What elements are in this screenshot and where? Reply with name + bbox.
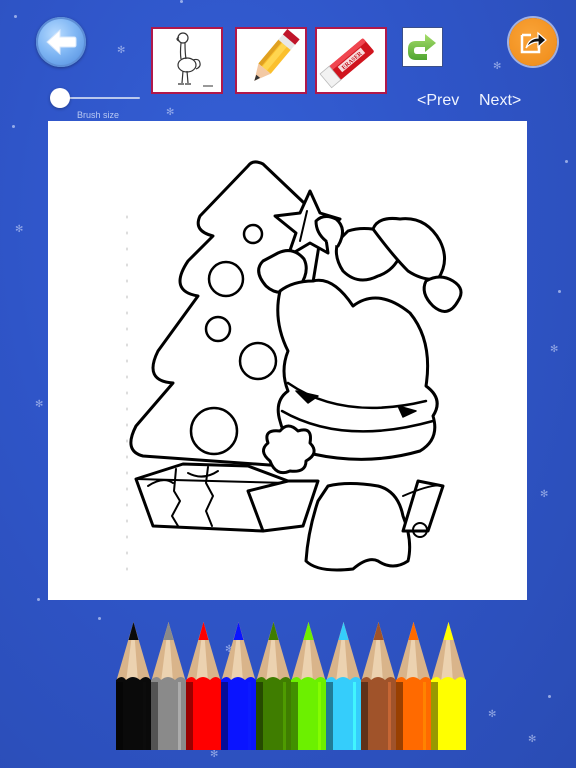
pencil-icon	[116, 622, 151, 750]
color-pencil-black[interactable]	[116, 620, 151, 750]
back-button[interactable]	[36, 17, 86, 67]
back-arrow-icon	[46, 28, 77, 56]
snowflake-icon: ✻	[166, 107, 175, 118]
ostrich-thumbnail-icon	[176, 32, 213, 87]
snowflake-icon: ✻	[210, 749, 219, 760]
redo-button[interactable]	[402, 27, 443, 67]
eraser-tool-button[interactable]: ERASER	[315, 27, 387, 94]
pencil-icon	[254, 29, 300, 81]
pencil-tool-button[interactable]	[235, 27, 307, 94]
snowflake-icon: ✻	[488, 709, 497, 720]
drawing-canvas[interactable]	[48, 121, 527, 600]
pencil-icon	[186, 622, 221, 750]
color-pencil-orange[interactable]	[396, 620, 431, 750]
color-pencil-brown[interactable]	[361, 620, 396, 750]
slider-thumb[interactable]	[50, 88, 70, 108]
slider-track[interactable]	[60, 97, 140, 99]
snowflake-icon: ✻	[493, 61, 502, 72]
eraser-icon: ERASER	[319, 38, 374, 89]
color-pencil-lime-green[interactable]	[291, 620, 326, 750]
color-pencil-dark-green[interactable]	[256, 620, 291, 750]
color-pencil-blue[interactable]	[221, 620, 256, 750]
snowflake-icon: ✻	[540, 489, 549, 500]
pencil-icon	[151, 622, 186, 750]
snowflake-icon: ✻	[35, 399, 44, 410]
snowflake-icon: ✻	[550, 344, 559, 355]
pencil-icon	[431, 622, 466, 750]
pencil-icon	[221, 622, 256, 750]
brush-size-label: Brush size	[77, 110, 120, 120]
pencil-icon	[291, 622, 326, 750]
color-pencil-red[interactable]	[186, 620, 221, 750]
snowflake-icon: ✻	[15, 224, 24, 235]
brush-size-slider[interactable]	[50, 87, 140, 109]
color-pencil-sky-blue[interactable]	[326, 620, 361, 750]
pencil-icon	[396, 622, 431, 750]
next-button[interactable]: Next>	[479, 92, 521, 110]
pencil-icon	[256, 622, 291, 750]
pencil-icon	[361, 622, 396, 750]
snowflake-icon: ✻	[117, 45, 126, 56]
prev-button[interactable]: <Prev	[417, 92, 459, 110]
snowflake-icon: ✻	[528, 734, 537, 745]
share-icon	[520, 31, 547, 54]
share-button[interactable]	[509, 18, 557, 66]
redo-arrow-icon	[408, 34, 436, 60]
pencil-icon	[326, 622, 361, 750]
color-pencil-yellow[interactable]	[431, 620, 466, 750]
color-palette	[116, 620, 466, 750]
santa-tree-coloring-image	[126, 160, 463, 572]
picture-picker-button[interactable]	[151, 27, 223, 94]
color-pencil-gray[interactable]	[151, 620, 186, 750]
